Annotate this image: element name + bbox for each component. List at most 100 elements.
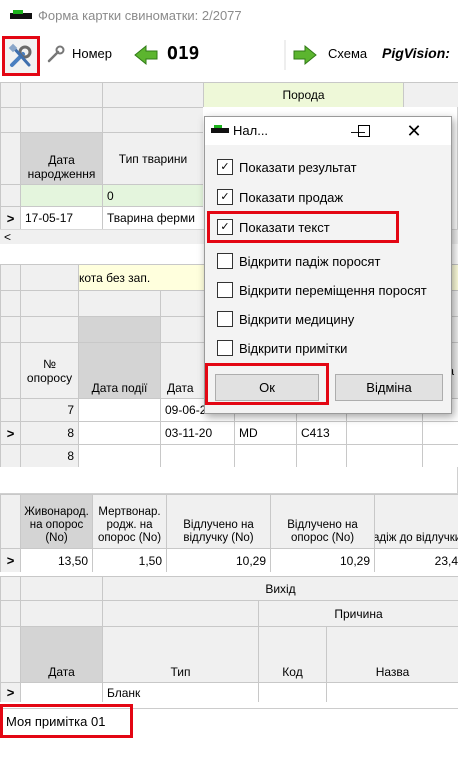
cell-blank[interactable] (234, 444, 296, 467)
cell-blank[interactable] (422, 421, 458, 444)
cell-farrowing-no[interactable]: 8 (20, 421, 78, 444)
row-indicator (0, 444, 20, 467)
col-farrowing-no[interactable]: № опоросу (20, 342, 78, 398)
header-blank (0, 576, 20, 600)
option-show-result[interactable]: ✓ Показати результат (217, 159, 357, 175)
app-icon (10, 10, 32, 19)
checkbox-icon[interactable] (217, 282, 233, 298)
cell-farrowing-no[interactable]: 8 (20, 444, 78, 467)
col-mortality[interactable]: Падіж до відлучки (%) (374, 494, 458, 548)
stats-grid: Живонарод. на опорос (No) Мертвонар. род… (0, 494, 458, 572)
cell-mortality[interactable]: 23,4 (374, 548, 458, 572)
cell-event-date[interactable] (78, 421, 160, 444)
option-label: Відкрити медицину (239, 311, 355, 327)
cell-reason-name[interactable] (326, 682, 458, 702)
cell-weaned-per-farrowing[interactable]: 10,29 (270, 548, 374, 572)
checkbox-icon[interactable]: ✓ (217, 189, 233, 205)
checkbox-icon[interactable] (217, 253, 233, 269)
cell-date[interactable] (160, 444, 234, 467)
exit-grid: Вихід Причина Дата Тип Код Назва > Бланк (0, 576, 458, 702)
grid-corner (0, 82, 20, 107)
dialog-icon (211, 125, 229, 133)
header-blank (0, 316, 20, 342)
filter-animal-type[interactable]: 0 (102, 184, 203, 206)
row-indicator: > (0, 206, 20, 229)
filter-birth-date[interactable] (20, 184, 102, 206)
group-header-exit: Вихід (102, 576, 458, 600)
checkbox-icon[interactable] (217, 311, 233, 327)
col-animal-type[interactable]: Тип тварини (102, 132, 203, 184)
row-indicator: > (0, 548, 20, 572)
option-show-sales[interactable]: ✓ Показати продаж (217, 189, 343, 205)
cell-blank[interactable] (346, 444, 422, 467)
row-indicator (0, 398, 20, 421)
header-blank (20, 82, 102, 107)
cell-c4[interactable]: C413 (296, 421, 346, 444)
col-event-date[interactable]: Дата події (78, 342, 160, 398)
ok-button[interactable]: Ок (215, 374, 319, 401)
option-label: Показати результат (239, 159, 357, 175)
cell-event-date[interactable] (78, 398, 160, 421)
header-blank (20, 316, 78, 342)
header-blank (20, 264, 78, 290)
col-weaned-per-weaning[interactable]: Відлучено на відлучку (No) (166, 494, 270, 548)
header-blank (0, 290, 20, 316)
wrench-icon[interactable] (46, 44, 66, 64)
checkbox-icon[interactable]: ✓ (217, 219, 233, 235)
toolbar-separator (284, 40, 286, 70)
checkbox-icon[interactable] (217, 340, 233, 356)
option-open-piglet-transfer[interactable]: Відкрити переміщення поросят (217, 282, 427, 298)
col-stillborn[interactable]: Мертвонар. родж. на опорос (No) (92, 494, 166, 548)
sow-number: O19 (167, 43, 200, 64)
col-exit-type[interactable]: Тип (102, 626, 258, 682)
dialog-titlebar: Нал... — ✕ (205, 117, 451, 145)
tools-icon (8, 43, 32, 67)
header-blank (0, 264, 20, 290)
col-live-born[interactable]: Живонарод. на опорос (No) (20, 494, 92, 548)
option-label: Показати текст (239, 219, 330, 235)
cell-blank[interactable] (422, 444, 458, 467)
cell-animal-type[interactable]: Тварина ферми (102, 206, 203, 229)
cell-stillborn[interactable]: 1,50 (92, 548, 166, 572)
col-reason-name[interactable]: Назва (326, 626, 458, 682)
settings-button[interactable] (2, 36, 40, 76)
col-reason-code[interactable]: Код (258, 626, 326, 682)
cell-farrowing-no[interactable]: 7 (20, 398, 78, 421)
option-open-notes[interactable]: Відкрити примітки (217, 340, 347, 356)
filter-indicator (0, 184, 20, 206)
header-blank (0, 132, 20, 184)
header-blank (102, 107, 203, 132)
scroll-left-icon[interactable]: < (4, 230, 11, 244)
previous-arrow-icon[interactable] (133, 44, 159, 66)
header-blank (102, 600, 258, 626)
header-blank (78, 316, 160, 342)
col-exit-date[interactable]: Дата (20, 626, 102, 682)
option-open-piglet-mortality[interactable]: Відкрити падіж поросят (217, 253, 380, 269)
app-name: PigVision: (382, 45, 450, 61)
checkbox-icon[interactable]: ✓ (217, 159, 233, 175)
cell-reason-code[interactable] (258, 682, 326, 702)
option-show-text[interactable]: ✓ Показати текст (217, 219, 330, 235)
cell-weaned-per-weaning[interactable]: 10,29 (166, 548, 270, 572)
cell-blank[interactable] (346, 421, 422, 444)
close-icon[interactable]: ✕ (401, 121, 427, 141)
cell-birth-date[interactable]: 17-05-17 (20, 206, 102, 229)
option-open-medicine[interactable]: Відкрити медицину (217, 311, 354, 327)
cell-date[interactable]: 03-11-20 (160, 421, 234, 444)
window-title: Форма картки свиноматки: 2/2077 (38, 8, 242, 23)
cell-live-born[interactable]: 13,50 (20, 548, 92, 572)
maximize-icon[interactable] (351, 121, 377, 141)
cancel-button[interactable]: Відміна (335, 374, 443, 401)
header-blank (0, 342, 20, 398)
note-text[interactable]: Моя примітка 01 (6, 714, 105, 729)
cell-event-date[interactable] (78, 444, 160, 467)
cell-exit-type[interactable]: Бланк (102, 682, 258, 702)
cell-exit-date[interactable] (20, 682, 102, 702)
col-birth-date[interactable]: Дата народження (20, 132, 102, 184)
header-blank (0, 600, 20, 626)
cell-blank[interactable] (296, 444, 346, 467)
scheme-label[interactable]: Схема (328, 46, 367, 61)
next-arrow-icon[interactable] (292, 44, 318, 66)
cell-c3[interactable]: MD (234, 421, 296, 444)
col-weaned-per-farrowing[interactable]: Відлучено на опорос (No) (270, 494, 374, 548)
